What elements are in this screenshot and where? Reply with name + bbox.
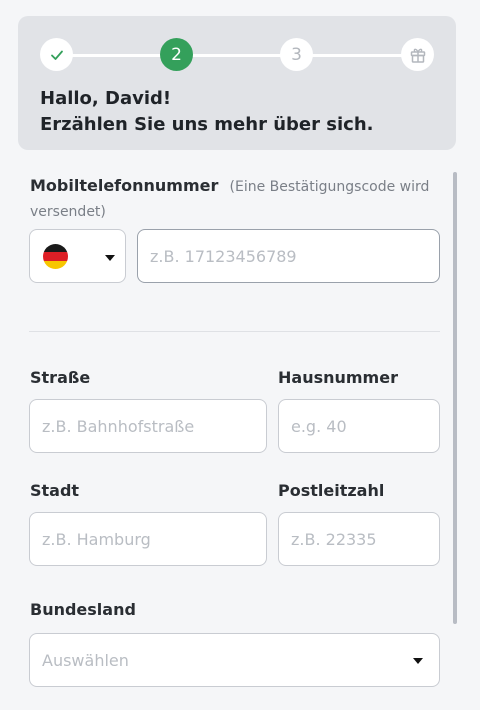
zip-label: Postleitzahl <box>278 481 385 500</box>
phone-label: Mobiltelefonnummer (Eine Bestätigungscod… <box>30 174 448 224</box>
step-3-label: 3 <box>291 44 302 65</box>
greeting-title: Hallo, David! <box>40 88 172 109</box>
step-3-pending: 3 <box>280 38 313 71</box>
greeting-text: Hallo, David! Erzählen Sie uns mehr über… <box>40 86 373 138</box>
zip-input[interactable]: z.B. 22335 <box>278 512 440 566</box>
state-select[interactable]: Auswählen <box>29 633 440 687</box>
state-label: Bundesland <box>30 600 136 619</box>
zip-placeholder: z.B. 22335 <box>291 529 377 549</box>
greeting-subtitle: Erzählen Sie uns mehr über sich. <box>40 114 374 135</box>
state-placeholder: Auswählen <box>42 650 129 670</box>
house-number-placeholder: e.g. 40 <box>291 416 347 436</box>
street-placeholder: z.B. Bahnhofstraße <box>42 416 195 436</box>
step-2-label: 2 <box>171 44 182 65</box>
progress-stepper: 2 3 <box>40 38 434 72</box>
street-input[interactable]: z.B. Bahnhofstraße <box>29 399 267 453</box>
step-2-active: 2 <box>160 38 193 71</box>
phone-input[interactable]: z.B. 17123456789 <box>137 229 440 283</box>
section-divider <box>29 331 440 332</box>
germany-flag-icon <box>43 244 68 269</box>
house-number-input[interactable]: e.g. 40 <box>278 399 440 453</box>
checkmark-icon <box>50 50 63 60</box>
street-label: Straße <box>30 368 91 387</box>
step-1-completed <box>40 38 73 71</box>
phone-placeholder: z.B. 17123456789 <box>150 246 297 266</box>
form-scrollbar[interactable] <box>453 172 457 624</box>
step-4-reward <box>401 38 434 71</box>
gift-icon <box>410 48 425 63</box>
city-label: Stadt <box>30 481 80 500</box>
city-placeholder: z.B. Hamburg <box>42 529 151 549</box>
house-number-label: Hausnummer <box>278 368 398 387</box>
country-code-select[interactable] <box>29 229 126 283</box>
chevron-down-icon <box>413 658 423 664</box>
onboarding-header: 2 3 Hallo, David! Erzählen Sie uns mehr … <box>18 16 456 150</box>
phone-label-text: Mobiltelefonnummer <box>30 176 219 195</box>
stepper-track <box>56 54 418 57</box>
chevron-down-icon <box>105 255 115 261</box>
city-input[interactable]: z.B. Hamburg <box>29 512 267 566</box>
